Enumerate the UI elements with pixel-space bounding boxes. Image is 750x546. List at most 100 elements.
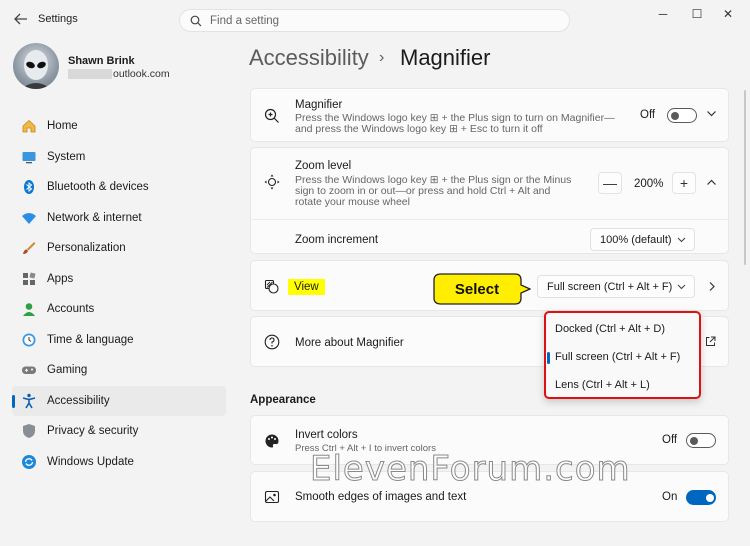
sidebar-item-personalization[interactable]: Personalization (12, 233, 226, 264)
view-option-docked[interactable]: Docked (Ctrl + Alt + D) (555, 323, 665, 335)
sidebar-item-label: Privacy & security (47, 425, 139, 438)
magnifier-state: Off (640, 109, 656, 121)
smooth-edges-state: On (662, 491, 678, 503)
zoom-move-icon (264, 174, 280, 193)
sidebar-item-label: Network & internet (47, 211, 142, 224)
back-arrow-icon (14, 13, 27, 25)
chevron-up-icon[interactable] (706, 177, 717, 191)
view-option-lens[interactable]: Lens (Ctrl + Alt + L) (555, 379, 650, 391)
image-icon (264, 489, 280, 508)
shield-icon (20, 423, 37, 440)
zoom-out-button[interactable]: — (598, 172, 622, 194)
magnifier-toggle[interactable] (667, 108, 697, 123)
app-title: Settings (38, 13, 78, 25)
sidebar-item-label: Bluetooth & devices (47, 181, 149, 194)
sidebar-item-label: Accessibility (47, 394, 110, 407)
zoom-in-button[interactable]: + (672, 172, 696, 194)
accounts-icon (20, 301, 37, 318)
help-icon (264, 334, 280, 353)
smooth-edges-toggle[interactable] (686, 490, 716, 505)
invert-colors-title: Invert colors (295, 429, 358, 441)
view-option-full-screen[interactable]: Full screen (Ctrl + Alt + F) (546, 351, 680, 364)
breadcrumb-parent[interactable]: Accessibility (249, 45, 369, 71)
sidebar-item-label: Accounts (47, 303, 95, 316)
sidebar-item-label: Personalization (47, 242, 126, 255)
sidebar-item-bluetooth[interactable]: Bluetooth & devices (12, 172, 226, 203)
sidebar-item-label: Time & language (47, 333, 134, 346)
sidebar-item-label: Apps (47, 272, 74, 285)
sidebar-item-home[interactable]: Home (12, 111, 226, 142)
divider (251, 219, 728, 220)
more-about-label: More about Magnifier (295, 337, 404, 349)
system-icon (20, 148, 37, 165)
breadcrumb-separator: › (379, 49, 385, 66)
external-link-icon[interactable] (705, 336, 716, 350)
view-mode-dropdown[interactable]: Full screen (Ctrl + Alt + F) (537, 275, 695, 298)
select-callout-text: Select (454, 281, 500, 298)
sidebar-nav: Home System Bluetooth & devices Network … (12, 111, 226, 477)
search-icon (190, 15, 202, 26)
email-text: outlook.com (113, 68, 170, 80)
appearance-heading: Appearance (250, 394, 316, 406)
clock-icon (20, 331, 37, 348)
scrollbar-thumb[interactable] (744, 90, 746, 265)
page-title: Magnifier (400, 45, 491, 70)
alien-avatar-icon (21, 50, 51, 89)
sidebar-item-accessibility[interactable]: Accessibility (12, 385, 226, 416)
magnifier-icon (264, 108, 280, 127)
sidebar-item-label: Gaming (47, 364, 88, 377)
chevron-down-icon (677, 235, 686, 246)
apps-icon (20, 270, 37, 287)
back-button[interactable] (10, 8, 32, 30)
zoom-level-card: Zoom level Press the Windows logo key ⊞ … (250, 147, 729, 254)
view-mode-value: Full screen (Ctrl + Alt + F) (547, 280, 673, 293)
sidebar-item-label: Home (47, 120, 78, 133)
update-icon (20, 453, 37, 470)
sidebar-item-accounts[interactable]: Accounts (12, 294, 226, 325)
maximize-button[interactable]: ☐ (685, 6, 709, 22)
close-button[interactable]: ✕ (716, 6, 740, 22)
sidebar-item-label: Windows Update (47, 455, 134, 468)
sidebar-item-gaming[interactable]: Gaming (12, 355, 226, 386)
invert-colors-toggle[interactable] (686, 433, 716, 448)
gaming-icon (20, 362, 37, 379)
palette-icon (264, 433, 280, 452)
chevron-down-icon[interactable] (706, 108, 717, 122)
view-options-menu: Docked (Ctrl + Alt + D) Full screen (Ctr… (544, 311, 701, 399)
zoom-level-title: Zoom level (295, 160, 352, 172)
sidebar-item-system[interactable]: System (12, 142, 226, 173)
bluetooth-icon (20, 179, 37, 196)
network-icon (20, 209, 37, 226)
minimize-button[interactable]: ─ (651, 6, 675, 22)
smooth-edges-title: Smooth edges of images and text (295, 491, 467, 503)
search-input[interactable]: Find a setting (179, 9, 570, 32)
magnifier-card[interactable]: Magnifier Press the Windows logo key ⊞ +… (250, 88, 729, 142)
chevron-right-icon[interactable] (707, 281, 717, 295)
sidebar-item-time-language[interactable]: Time & language (12, 325, 226, 356)
brush-icon (20, 240, 37, 257)
watermark: ElevenForum.com (310, 449, 631, 490)
avatar[interactable] (13, 43, 59, 89)
magnifier-desc-line2: and press the Windows logo key ⊞ + Esc t… (295, 123, 543, 135)
view-label-highlight: View (288, 279, 325, 295)
zoom-increment-label: Zoom increment (295, 234, 379, 246)
zoom-increment-dropdown[interactable]: 100% (default) (590, 228, 695, 251)
sidebar-item-label: System (47, 150, 86, 163)
email-redaction (68, 69, 112, 80)
sidebar-item-network[interactable]: Network & internet (12, 203, 226, 234)
magnifier-title: Magnifier (295, 99, 343, 111)
search-placeholder: Find a setting (210, 14, 280, 27)
zoom-level-value: 200% (634, 178, 664, 190)
sidebar-item-windows-update[interactable]: Windows Update (12, 447, 226, 478)
zoom-increment-value: 100% (default) (600, 233, 672, 246)
view-label: View (288, 279, 325, 295)
accessibility-icon (20, 392, 37, 409)
chevron-down-icon (677, 282, 686, 293)
user-email: outlook.com (68, 68, 170, 80)
sidebar-item-privacy[interactable]: Privacy & security (12, 416, 226, 447)
sidebar-item-apps[interactable]: Apps (12, 264, 226, 295)
invert-colors-state: Off (662, 434, 678, 446)
view-mode-icon (264, 279, 280, 298)
user-name: Shawn Brink (68, 55, 135, 67)
zoom-desc-line3: rotate your mouse wheel (295, 196, 410, 208)
